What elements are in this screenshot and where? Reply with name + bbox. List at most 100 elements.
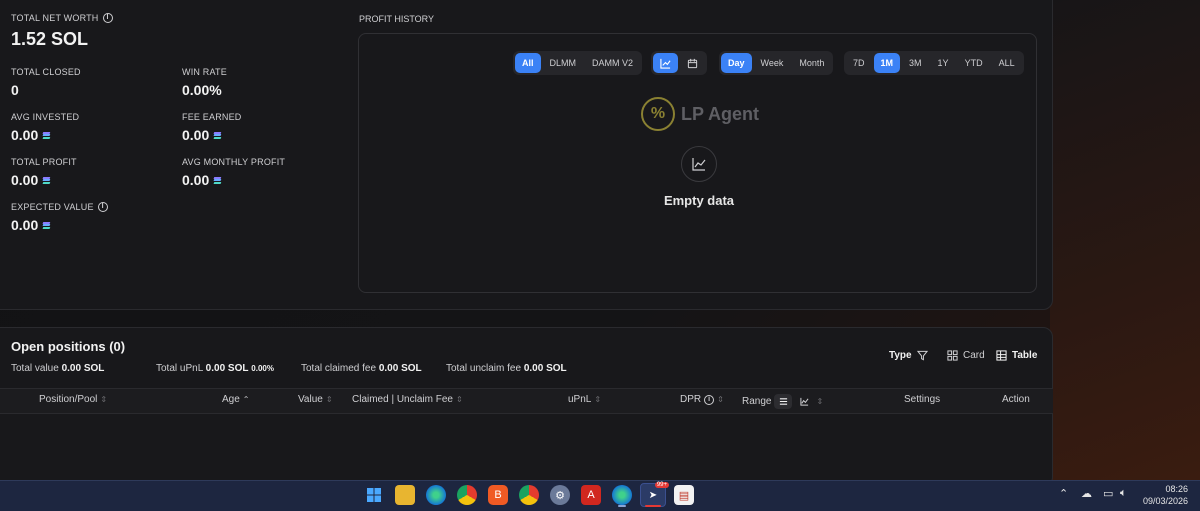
avg-monthly-profit-value: 0.00	[182, 172, 222, 188]
range-filter-1m[interactable]: 1M	[873, 53, 901, 73]
column-settings: Settings	[904, 394, 941, 405]
pool-filter-all[interactable]: All	[515, 53, 541, 73]
info-icon[interactable]: i	[97, 202, 108, 212]
label-text: Claimed | Unclaim Fee	[352, 394, 453, 405]
settings-gear-icon[interactable]: ⚙	[550, 485, 570, 505]
sort-icon: ⇕	[455, 395, 463, 404]
range-filter-1y[interactable]: 1Y	[931, 53, 956, 73]
total-closed-label: TOTAL CLOSED	[11, 67, 81, 77]
telegram-icon[interactable]: ➤ 99+	[640, 482, 669, 507]
profit-history-title: PROFIT HISTORY	[359, 14, 435, 24]
period-filter-month[interactable]: Month	[792, 53, 831, 73]
calendar-view-button[interactable]	[680, 53, 705, 73]
value-text: 0.00 SOL	[523, 363, 567, 374]
display-icon[interactable]: ▭	[1103, 487, 1113, 500]
column-upnl[interactable]: uPnL ⇕	[568, 394, 601, 405]
grid-icon	[947, 350, 958, 361]
label-text: Total value	[11, 363, 59, 374]
empty-chart-icon	[681, 146, 717, 182]
edge-browser-icon[interactable]	[426, 485, 446, 505]
active-indicator	[645, 505, 661, 507]
expected-value-label: EXPECTED VALUE i	[11, 202, 108, 212]
label-text: Range	[742, 396, 772, 407]
logo-text: LP Agent	[681, 103, 760, 124]
type-filter-button[interactable]: Type	[889, 350, 928, 361]
value-text: 0.00	[11, 172, 39, 188]
avg-invested-label: AVG INVESTED	[11, 112, 80, 122]
sol-icon	[42, 131, 51, 139]
label-text: Value	[298, 394, 323, 405]
percent-logo-icon: %	[641, 97, 675, 131]
label-text: Table	[1012, 350, 1038, 361]
avg-invested-value: 0.00	[11, 127, 51, 143]
pool-filter-dlmm[interactable]: DLMM	[543, 53, 584, 73]
file-explorer-icon[interactable]	[395, 485, 415, 505]
sort-icon: ⇕	[325, 395, 333, 404]
table-header-row	[0, 388, 1053, 414]
range-filter-3m[interactable]: 3M	[902, 53, 929, 73]
value-text: 0.00 SOL	[61, 363, 105, 374]
period-filter-day[interactable]: Day	[721, 53, 752, 73]
sort-icon: ⇕	[100, 395, 108, 404]
filter-icon	[916, 350, 928, 361]
range-filter-all[interactable]: ALL	[992, 53, 1022, 73]
open-positions-title: Open positions (0)	[11, 339, 126, 354]
range-chart-icon[interactable]	[795, 394, 813, 409]
column-age[interactable]: Age ⌃	[222, 394, 250, 405]
total-profit-value: 0.00	[11, 172, 51, 188]
total-closed-value: 0	[11, 82, 19, 98]
notification-badge: 99+	[654, 482, 669, 488]
chrome-profile-icon[interactable]	[519, 485, 539, 505]
label-text: Total unclaim fee	[446, 363, 522, 374]
chrome-browser-icon[interactable]	[457, 485, 477, 505]
label-text: EXPECTED VALUE	[11, 202, 94, 212]
table-view-button[interactable]: Table	[996, 350, 1037, 361]
volume-icon[interactable]: 🔈︎	[1120, 487, 1127, 500]
pdf-reader-icon[interactable]: A	[581, 485, 601, 505]
windows-start-icon[interactable]	[364, 485, 384, 505]
total-net-worth-value: 1.52 SOL	[11, 29, 89, 49]
sort-icon: ⇕	[816, 397, 824, 406]
chart-icon	[660, 58, 671, 69]
range-list-icon[interactable]	[774, 394, 793, 409]
period-filter-week[interactable]: Week	[754, 53, 791, 73]
column-position-pool[interactable]: Position/Pool ⇕	[39, 394, 107, 405]
chart-view-button[interactable]	[653, 53, 678, 73]
label-text: uPnL	[568, 394, 592, 405]
active-indicator	[618, 505, 626, 507]
win-rate-label: WIN RATE	[182, 67, 227, 77]
column-claimed-unclaim-fee[interactable]: Claimed | Unclaim Fee ⇕	[352, 394, 463, 405]
sort-icon: ⇕	[717, 395, 724, 404]
win-rate-value: 0.00%	[182, 82, 222, 98]
label-text: DPR	[680, 394, 702, 405]
range-filter-ytd[interactable]: YTD	[958, 53, 990, 73]
avg-monthly-profit-label: AVG MONTHLY PROFIT	[182, 157, 286, 167]
tray-chevron-up-icon[interactable]: ⌃	[1059, 487, 1068, 500]
empty-data-text: Empty data	[663, 193, 735, 208]
brave-browser-icon[interactable]: B	[488, 485, 508, 505]
pool-filter-group: All DLMM DAMM V2	[513, 51, 643, 75]
total-profit-label: TOTAL PROFIT	[11, 157, 77, 167]
sort-asc-icon: ⌃	[242, 395, 250, 404]
label-text: Type	[889, 350, 912, 361]
range-filter-7d[interactable]: 7D	[846, 53, 872, 73]
pool-filter-damm-v2[interactable]: DAMM V2	[585, 53, 640, 73]
info-icon[interactable]: i	[704, 394, 715, 405]
card-view-button[interactable]: Card	[947, 350, 985, 361]
value-text: 0.00 SOL	[378, 363, 422, 374]
app-calendar-icon[interactable]: ▤	[674, 485, 694, 505]
system-clock[interactable]: 08:26 09/03/2026	[1143, 483, 1188, 507]
expected-value-value: 0.00	[11, 217, 51, 233]
column-value[interactable]: Value ⇕	[298, 394, 333, 405]
edge-browser-2-icon[interactable]	[612, 485, 632, 505]
cloud-icon[interactable]: ☁	[1081, 487, 1092, 500]
value-text: 0.00 SOL	[205, 363, 249, 374]
sol-icon	[42, 176, 51, 184]
info-icon[interactable]: i	[102, 13, 113, 23]
fee-earned-value: 0.00	[182, 127, 222, 143]
fee-earned-label: FEE EARNED	[182, 112, 242, 122]
column-dpr[interactable]: DPR i ⇕	[680, 394, 724, 405]
column-action: Action	[1002, 394, 1030, 405]
calendar-icon	[687, 58, 698, 68]
column-range[interactable]: Range ⇕	[742, 394, 823, 409]
